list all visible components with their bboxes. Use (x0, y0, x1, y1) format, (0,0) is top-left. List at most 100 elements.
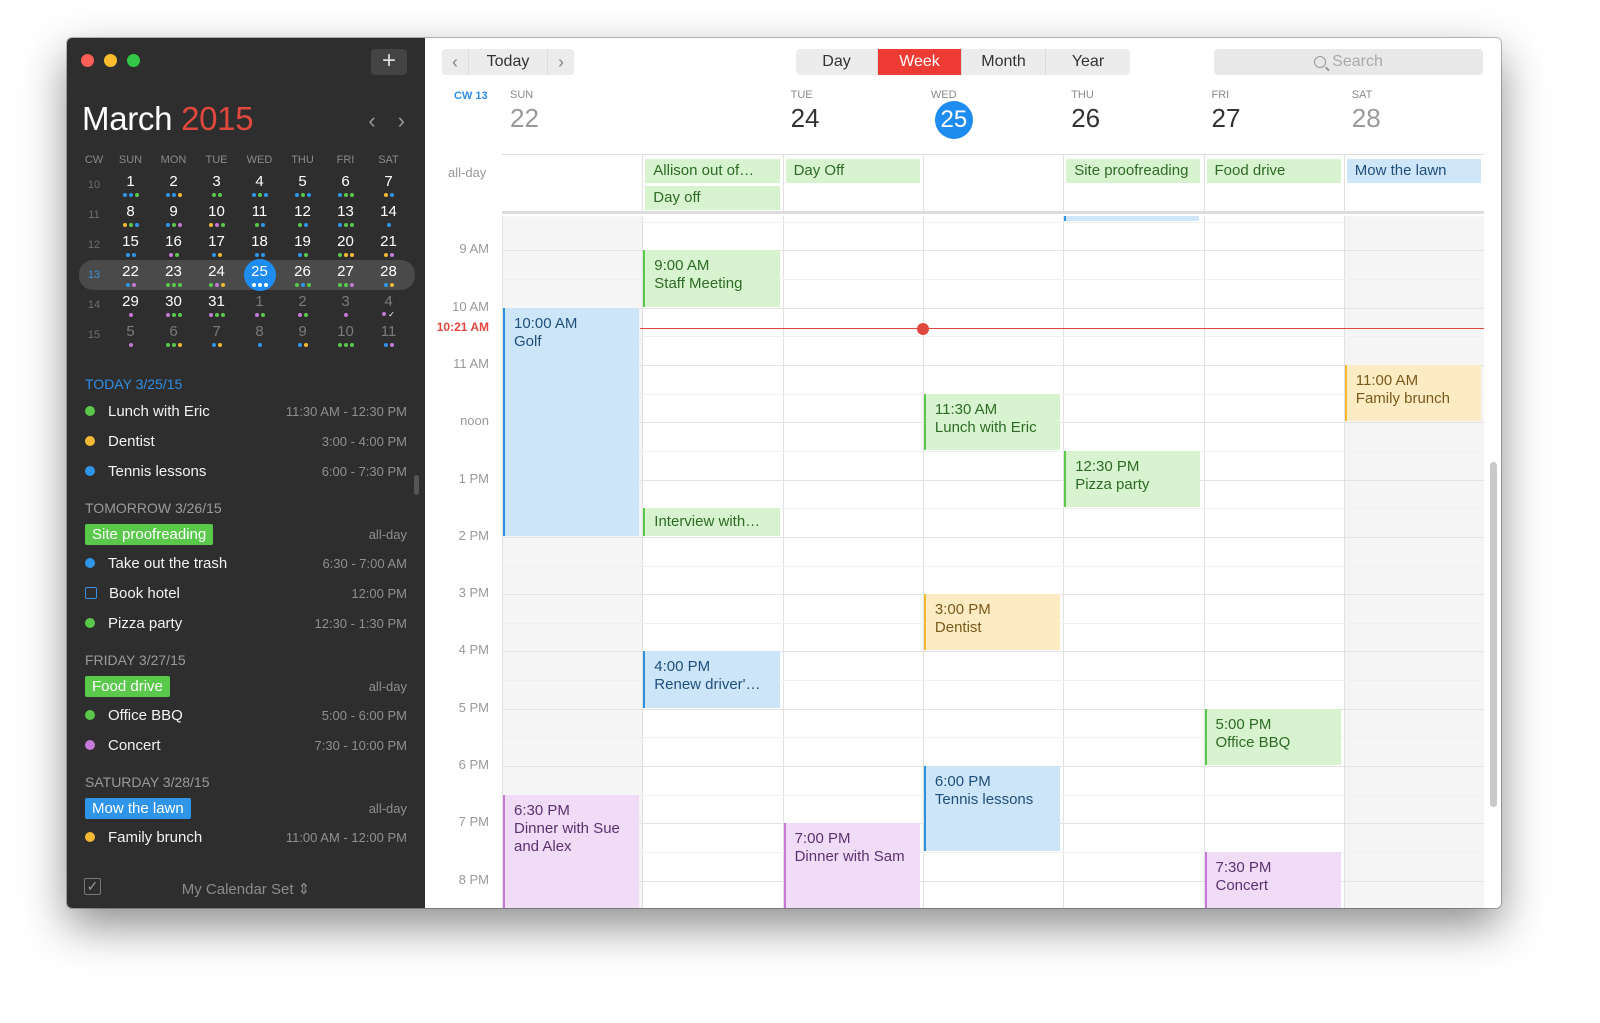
mini-calendar-day[interactable]: 11 (238, 200, 281, 230)
mini-calendar-day[interactable]: 19 (281, 230, 324, 260)
calendar-event[interactable]: 7:00 PM Dinner with Sam (783, 823, 920, 908)
day-header[interactable]: WED 25 (931, 89, 1071, 139)
calendar-event[interactable]: 10:00 AM Golf (503, 307, 640, 536)
calendar-event[interactable]: 4:00 PM Renew driver'… (643, 651, 780, 708)
mini-calendar-day[interactable]: 31 (195, 290, 238, 320)
search-input[interactable]: Search (1214, 49, 1483, 75)
calendar-event[interactable]: 12:30 PM Pizza party (1064, 450, 1201, 508)
mini-calendar-day[interactable]: 21 (367, 230, 410, 260)
all-day-event[interactable]: Day off (645, 186, 780, 210)
day-header[interactable]: TUE 24 (791, 89, 931, 134)
mini-calendar-day[interactable]: 2 (281, 290, 324, 320)
event-above-indicator[interactable] (1064, 216, 1200, 221)
mini-calendar-day[interactable]: 11 (367, 320, 410, 350)
task-checkbox-icon[interactable] (85, 587, 97, 599)
all-day-event[interactable]: Allison out of… (645, 159, 780, 183)
mini-calendar-day[interactable]: 14 (367, 200, 410, 230)
mini-calendar-day[interactable]: 26 (281, 260, 324, 290)
mini-calendar-day[interactable]: 16 (152, 230, 195, 260)
zoom-window-button[interactable] (127, 54, 140, 67)
mini-calendar-day[interactable]: 20 (324, 230, 367, 260)
mini-calendar-day[interactable]: 3 (324, 290, 367, 320)
mini-calendar-day[interactable]: 15 (109, 230, 152, 260)
next-month-button[interactable]: › (398, 108, 405, 134)
mini-calendar-day[interactable]: 5 (281, 170, 324, 200)
all-day-event[interactable]: Day Off (785, 159, 920, 183)
mini-calendar-day[interactable]: 5 (109, 320, 152, 350)
agenda-item[interactable]: Take out the trash 6:30 - 7:00 AM (67, 548, 425, 578)
agenda-item[interactable]: Food drive all-day (67, 672, 425, 700)
mini-calendar-day[interactable]: 6 (324, 170, 367, 200)
minimize-window-button[interactable] (104, 54, 117, 67)
prev-month-button[interactable]: ‹ (368, 108, 375, 134)
view-week-button[interactable]: Week (878, 49, 962, 75)
view-month-button[interactable]: Month (962, 49, 1046, 75)
mini-calendar-day[interactable]: 25 (238, 259, 281, 291)
close-window-button[interactable] (81, 54, 94, 67)
mini-calendar-day[interactable]: 1 (109, 170, 152, 200)
agenda-scrollbar[interactable] (414, 475, 419, 495)
agenda-item[interactable]: Lunch with Eric 11:30 AM - 12:30 PM (67, 396, 425, 426)
day-column[interactable] (1063, 216, 1203, 908)
agenda-item[interactable]: Tennis lessons 6:00 - 7:30 PM (67, 456, 425, 486)
calendar-event[interactable]: 11:00 AM Family brunch (1344, 364, 1482, 422)
all-day-event[interactable]: Food drive (1206, 159, 1341, 183)
mini-calendar-day[interactable]: 18 (238, 230, 281, 260)
calendar-event[interactable]: 3:00 PM Dentist (923, 594, 1061, 651)
day-header[interactable]: SUN 22 (510, 89, 650, 134)
agenda-item[interactable]: Mow the lawn all-day (67, 794, 425, 822)
calendar-event[interactable]: Interview with… (643, 508, 780, 536)
mini-calendar-day[interactable]: 9 (152, 200, 195, 230)
mini-calendar-day[interactable]: 2 (152, 170, 195, 200)
mini-calendar-day[interactable]: 27 (324, 260, 367, 290)
agenda-item[interactable]: Site proofreading all-day (67, 520, 425, 548)
agenda-item[interactable]: Dentist 3:00 - 4:00 PM (67, 426, 425, 456)
mini-calendar-day[interactable]: 7 (367, 170, 410, 200)
mini-calendar-day[interactable]: 3 (195, 170, 238, 200)
agenda-item[interactable]: Office BBQ 5:00 - 6:00 PM (67, 700, 425, 730)
previous-week-button[interactable]: ‹ (442, 49, 468, 75)
day-header[interactable]: THU 26 (1071, 89, 1211, 134)
calendar-event[interactable]: 7:30 PM Concert (1204, 852, 1341, 908)
all-day-event[interactable]: Site proofreading (1066, 159, 1201, 183)
calendar-event[interactable]: 6:00 PM Tennis lessons (923, 766, 1061, 852)
day-column[interactable] (782, 216, 923, 908)
all-day-event[interactable]: Mow the lawn (1346, 159, 1482, 183)
mini-calendar-day[interactable]: 12 (281, 200, 324, 230)
mini-calendar-day[interactable]: 8 (109, 200, 152, 230)
time-grid-scrollbar[interactable] (1490, 462, 1497, 807)
mini-calendar-day[interactable]: 9 (281, 320, 324, 350)
calendar-set-selector[interactable]: My Calendar Set ⇕ (67, 880, 425, 898)
calendar-event[interactable]: 6:30 PM Dinner with Sue and Alex (503, 794, 640, 908)
mini-calendar-day[interactable]: 28 (367, 260, 410, 290)
mini-calendar-day[interactable]: 10 (195, 200, 238, 230)
mini-calendar-day[interactable]: 22 (109, 260, 152, 290)
day-column[interactable] (1203, 216, 1344, 908)
mini-calendar-day[interactable]: 30 (152, 290, 195, 320)
view-day-button[interactable]: Day (796, 49, 878, 75)
mini-calendar-day[interactable]: 8 (238, 320, 281, 350)
add-event-button[interactable]: + (371, 49, 407, 75)
mini-calendar-day[interactable]: 24 (195, 260, 238, 290)
agenda-item[interactable]: Book hotel 12:00 PM (67, 578, 425, 608)
mini-calendar-day[interactable]: 4 (238, 170, 281, 200)
mini-calendar-day[interactable]: 6 (152, 320, 195, 350)
day-column[interactable] (642, 216, 782, 908)
day-header[interactable]: FRI 27 (1212, 89, 1352, 134)
view-year-button[interactable]: Year (1046, 49, 1130, 75)
mini-calendar-day[interactable]: 10 (324, 320, 367, 350)
mini-calendar-day[interactable]: 7 (195, 320, 238, 350)
mini-calendar-day[interactable]: 13 (324, 200, 367, 230)
calendar-event[interactable]: 5:00 PM Office BBQ (1204, 708, 1341, 766)
mini-calendar-day[interactable]: 17 (195, 230, 238, 260)
mini-calendar-day[interactable]: 4 ✓ (367, 290, 410, 320)
agenda-item[interactable]: Pizza party 12:30 - 1:30 PM (67, 608, 425, 638)
today-button[interactable]: Today (468, 49, 548, 75)
agenda-item[interactable]: Family brunch 11:00 AM - 12:00 PM (67, 822, 425, 852)
agenda-item[interactable]: Concert 7:30 - 10:00 PM (67, 730, 425, 760)
calendar-event[interactable]: 9:00 AM Staff Meeting (643, 250, 780, 307)
day-column[interactable] (1343, 216, 1485, 908)
mini-calendar-day[interactable]: 1 (238, 290, 281, 320)
calendar-event[interactable]: 11:30 AM Lunch with Eric (923, 393, 1061, 450)
next-week-button[interactable]: › (548, 49, 574, 75)
